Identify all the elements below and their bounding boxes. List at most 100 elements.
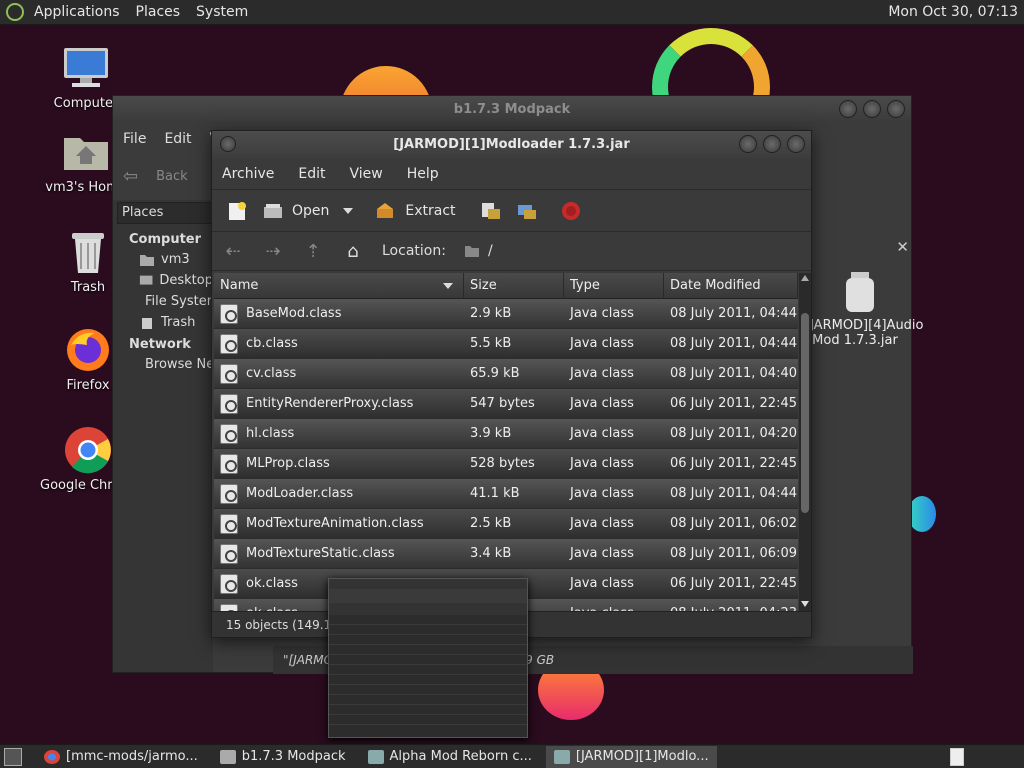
file-name-cell: EntityRendererProxy.class	[214, 393, 464, 414]
file-size: 41.1 kB	[470, 486, 520, 501]
table-row[interactable]: BaseMod.class 2.9 kB Java class 08 July 201…	[214, 299, 798, 329]
file-name: cb.class	[246, 336, 298, 351]
menu-edit[interactable]: Edit	[164, 131, 191, 147]
column-header-size[interactable]: Size	[464, 273, 564, 298]
taskbar-item[interactable]: [mmc-mods/jarmo...	[36, 746, 206, 768]
table-row[interactable]: ModTextureStatic.class 3.4 kB Java class 08…	[214, 539, 798, 569]
back-arrow-icon[interactable]: ⇠	[222, 240, 244, 262]
system-menu[interactable]: System	[188, 4, 256, 20]
file-size: 2.9 kB	[470, 306, 512, 321]
sidebar-item-browse-network[interactable]: Browse Network	[113, 354, 251, 375]
wallpaper-teal-shape	[908, 496, 936, 532]
menu-edit[interactable]: Edit	[298, 166, 325, 182]
file-size: 5.5 kB	[470, 336, 512, 351]
sidebar-item-desktop[interactable]: Desktop	[113, 270, 213, 291]
close-button[interactable]	[787, 135, 805, 153]
thumbnail-row	[329, 675, 527, 685]
close-icon[interactable]: ✕	[896, 238, 909, 256]
table-row[interactable]: cv.class 65.9 kB Java class 08 July 2011, 0…	[214, 359, 798, 389]
location-field[interactable]: /	[464, 243, 493, 259]
column-header-date-modified[interactable]: Date Modified	[664, 273, 798, 298]
window-title-text: [JARMOD][1]Modloader 1.7.3.jar	[393, 137, 630, 152]
stop-button[interactable]	[556, 194, 586, 228]
show-desktop-button[interactable]	[4, 747, 22, 766]
window-title[interactable]: b1.7.3 Modpack	[113, 96, 911, 124]
table-row[interactable]: ModTextureAnimation.class 2.5 kB Java clas…	[214, 509, 798, 539]
file-type: Java class	[570, 426, 634, 441]
top-panel: Applications Places System Mon Oct 30, 0…	[0, 0, 1024, 25]
forward-arrow-icon[interactable]: ⇢	[262, 240, 284, 262]
table-row[interactable]: hl.class 3.9 kB Java class 08 July 2011, 04…	[214, 419, 798, 449]
file-view: ✕ [JARMOD][4]Audio Mod 1.7.3.jar	[805, 226, 924, 666]
open-dropdown-button[interactable]	[339, 194, 357, 228]
close-button[interactable]	[887, 100, 905, 118]
java-class-file-icon	[220, 513, 238, 534]
extract-label: Extract	[405, 202, 456, 219]
chrome-icon	[64, 426, 112, 474]
taskbar-item[interactable]: [JARMOD][1]Modlo...	[545, 745, 717, 768]
computer-icon	[62, 44, 110, 92]
add-folder-button[interactable]	[512, 194, 542, 228]
scroll-up-arrow-icon[interactable]	[801, 275, 809, 281]
file-list: Name Size Type Date Modified BaseMod.cla…	[214, 273, 798, 611]
workspace-switcher[interactable]	[950, 747, 964, 766]
window-title[interactable]: [JARMOD][1]Modloader 1.7.3.jar	[212, 131, 811, 159]
file-list-header: Name Size Type Date Modified	[214, 273, 798, 299]
maximize-button[interactable]	[863, 100, 881, 118]
table-row[interactable]: EntityRendererProxy.class 547 bytes Java c…	[214, 389, 798, 419]
menu-view[interactable]: View	[350, 166, 383, 182]
column-header-type[interactable]: Type	[564, 273, 664, 298]
table-row[interactable]: ModLoader.class 41.1 kB Java class 08 July …	[214, 479, 798, 509]
places-dropdown[interactable]: Places	[117, 202, 217, 224]
minimize-button[interactable]	[839, 100, 857, 118]
thumbnail-rows	[329, 615, 527, 725]
file-item-audiomod[interactable]: [JARMOD][4]Audio Mod 1.7.3.jar	[805, 270, 924, 348]
file-date-modified: 08 July 2011, 04:44	[670, 306, 797, 321]
sidebar-heading-network: Network	[129, 337, 191, 352]
file-name: BaseMod.class	[246, 306, 342, 321]
file-type: Java class	[570, 516, 634, 531]
thumbnail-row	[329, 645, 527, 655]
places-menu[interactable]: Places	[128, 4, 189, 20]
scroll-down-arrow-icon[interactable]	[801, 601, 809, 607]
file-size: 3.4 kB	[470, 546, 512, 561]
taskbar-item[interactable]: Alpha Mod Reborn c...	[360, 746, 540, 768]
column-header-name[interactable]: Name	[214, 273, 464, 298]
sidebar-heading-computer: Computer	[129, 232, 202, 247]
file-size: 3.9 kB	[470, 426, 512, 441]
back-arrow-icon[interactable]: ⇦	[123, 166, 138, 187]
java-class-file-icon	[220, 543, 238, 564]
window-menu-button[interactable]	[220, 136, 236, 152]
clock[interactable]: Mon Oct 30, 07:13	[888, 4, 1024, 20]
file-date-modified: 08 July 2011, 06:02	[670, 516, 797, 531]
add-files-button[interactable]	[476, 194, 506, 228]
open-button[interactable]: Open	[258, 194, 333, 228]
menu-file[interactable]: File	[123, 131, 146, 147]
back-button[interactable]: Back	[156, 169, 188, 184]
scrollbar-thumb[interactable]	[801, 313, 809, 513]
file-date-modified: 08 July 2011, 04:20	[670, 426, 797, 441]
taskbar-item[interactable]: b1.7.3 Modpack	[212, 746, 354, 768]
sidebar-item-filesystem[interactable]: File System	[113, 291, 219, 312]
sidebar-item-trash[interactable]: Trash	[113, 312, 213, 333]
maximize-button[interactable]	[763, 135, 781, 153]
up-arrow-icon[interactable]: ⇡	[302, 240, 324, 262]
menu-archive[interactable]: Archive	[222, 166, 274, 182]
archive-icon	[553, 749, 570, 764]
sidebar-item-vm3[interactable]: vm3	[113, 249, 213, 270]
distro-logo-icon[interactable]	[6, 3, 24, 21]
extract-button[interactable]: Extract	[371, 194, 459, 228]
new-archive-button[interactable]	[222, 194, 252, 228]
vertical-scrollbar[interactable]	[799, 273, 811, 611]
applications-menu[interactable]: Applications	[26, 4, 128, 20]
thumbnail-menubar	[329, 579, 527, 589]
thumbnail-row	[329, 635, 527, 645]
home-icon[interactable]: ⌂	[342, 240, 364, 262]
menu-help[interactable]: Help	[407, 166, 439, 182]
archive-manager-window[interactable]: [JARMOD][1]Modloader 1.7.3.jar Archive E…	[211, 130, 812, 638]
table-row[interactable]: MLProp.class 528 bytes Java class 06 July 2…	[214, 449, 798, 479]
firefox-icon	[64, 326, 112, 374]
table-row[interactable]: cb.class 5.5 kB Java class 08 July 2011, 04…	[214, 329, 798, 359]
taskbar-item-label: b1.7.3 Modpack	[241, 749, 346, 764]
minimize-button[interactable]	[739, 135, 757, 153]
